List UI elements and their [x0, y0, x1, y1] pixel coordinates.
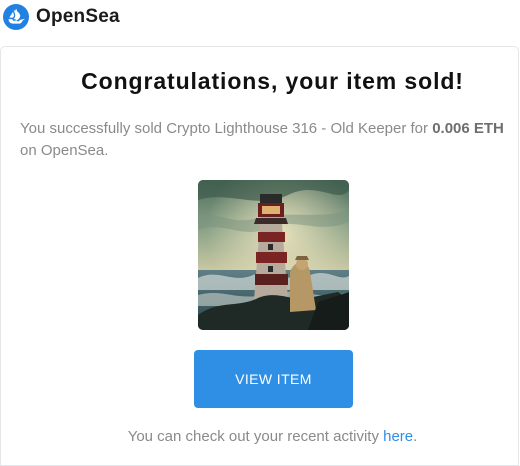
- message-prefix: You successfully sold Crypto Lighthouse …: [20, 120, 433, 137]
- sale-message: You successfully sold Crypto Lighthouse …: [20, 118, 510, 162]
- message-suffix: on OpenSea.: [20, 142, 109, 159]
- view-item-button[interactable]: VIEW ITEM: [194, 350, 353, 408]
- brand-name: OpenSea: [36, 6, 120, 27]
- footer-suffix: .: [413, 428, 418, 445]
- activity-link[interactable]: here: [383, 428, 413, 445]
- nft-image[interactable]: [198, 180, 349, 330]
- lighthouse-artwork: [198, 180, 349, 330]
- header-bar: OpenSea: [0, 0, 520, 36]
- headline: Congratulations, your item sold!: [81, 68, 464, 94]
- opensea-logo[interactable]: OpenSea: [3, 3, 120, 31]
- footer-prefix: You can check out your recent activity: [127, 428, 384, 445]
- sale-price: 0.006 ETH: [432, 120, 504, 137]
- opensea-logo-icon: [3, 4, 29, 30]
- footer-text: You can check out your recent activity h…: [0, 428, 520, 445]
